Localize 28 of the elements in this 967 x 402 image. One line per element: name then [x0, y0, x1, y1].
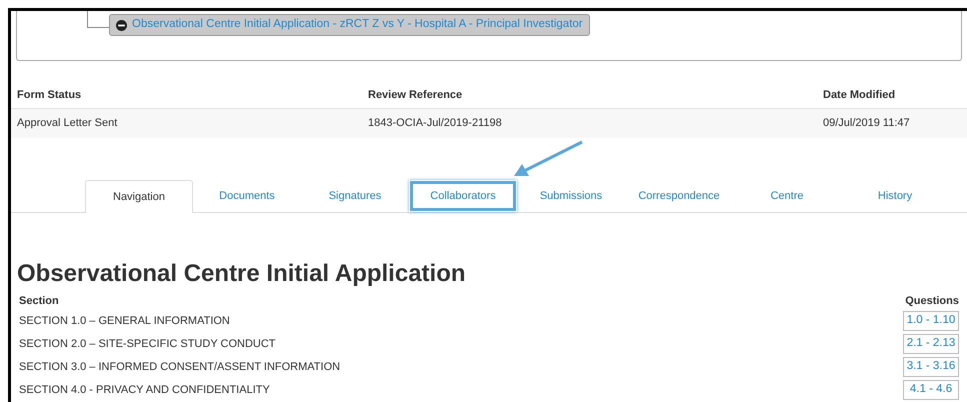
column-header: Date Modified [823, 89, 896, 102]
column-header: Questions [905, 294, 959, 309]
column-header: Form Status [17, 89, 82, 102]
table-cell: 09/Jul/2019 11:47 [823, 117, 910, 130]
table-cell: 1843-OCIA-Jul/2019-21198 [368, 117, 502, 130]
pointer-arrow [512, 140, 584, 178]
tab[interactable]: Documents [193, 180, 301, 212]
questions-link[interactable]: 2.1 - 2.13 [903, 334, 959, 354]
tab[interactable]: Signatures [301, 180, 409, 212]
tab[interactable]: Correspondence [625, 180, 733, 212]
column-header: Section [19, 294, 59, 309]
section-title: SECTION 1.0 – GENERAL INFORMATION [19, 314, 230, 329]
questions-link[interactable]: 3.1 - 3.16 [903, 357, 959, 377]
questions-link[interactable]: 1.0 - 1.10 [903, 311, 959, 331]
tab[interactable]: Submissions [517, 180, 625, 212]
section-title: SECTION 4.0 - PRIVACY AND CONFIDENTIALITY [19, 382, 270, 398]
collapse-icon [116, 20, 127, 30]
column-header: Review Reference [368, 89, 462, 102]
breadcrumb-pill[interactable]: Observational Centre Initial Application - zRCT Z vs Y - Hospital A - Principal Investigator [109, 14, 590, 36]
section-title: SECTION 2.0 – SITE-SPECIFIC STUDY CONDUCT [19, 336, 276, 352]
table-cell: Approval Letter Sent [17, 117, 118, 130]
section-title: SECTION 3.0 – INFORMED CONSENT/ASSENT INFORMATION [19, 360, 340, 375]
questions-link[interactable]: 4.1 - 4.6 [903, 380, 959, 400]
tab[interactable]: Collaborators [409, 180, 517, 212]
page-heading: Observational Centre Initial Application [16, 259, 467, 289]
tab[interactable]: Navigation [85, 180, 193, 213]
tab[interactable]: Centre [733, 180, 841, 212]
tab[interactable]: History [841, 180, 949, 212]
